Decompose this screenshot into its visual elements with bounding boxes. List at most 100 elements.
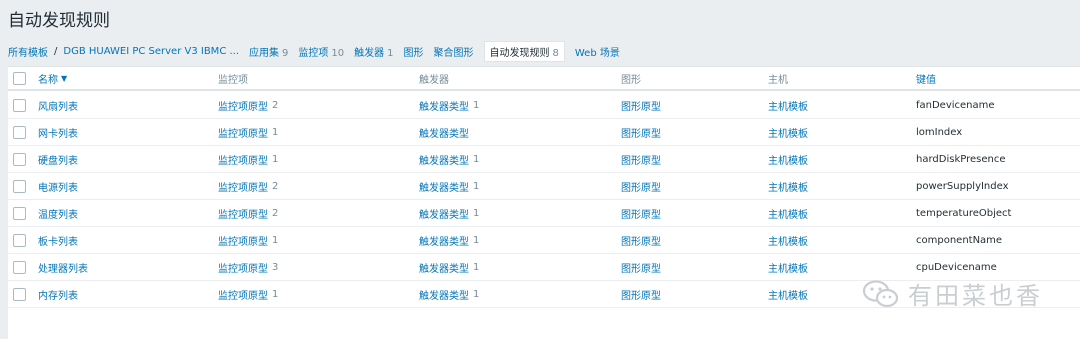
host-prototypes-link[interactable]: 主机模板 <box>768 152 808 167</box>
host-prototypes-link[interactable]: 主机模板 <box>768 179 808 194</box>
header-items: 监控项 <box>218 74 248 86</box>
header-name[interactable]: 名称 ▼ <box>38 67 67 89</box>
table-cell: 监控项原型 2 <box>218 92 278 118</box>
tab-discovery-rules[interactable]: 自动发现规则 8 <box>483 40 565 62</box>
rule-name-link[interactable]: 电源列表 <box>38 179 78 194</box>
item-prototypes-link[interactable]: 监控项原型 <box>218 152 268 167</box>
tab-items[interactable]: 监控项 10 <box>298 44 344 59</box>
table-cell: 图形原型 <box>621 254 661 280</box>
row-checkbox[interactable] <box>13 152 26 166</box>
breadcrumb-all-templates[interactable]: 所有模板 <box>8 44 48 59</box>
item-prototypes-link[interactable]: 监控项原型 <box>218 179 268 194</box>
trigger-prototypes-link[interactable]: 触发器类型 <box>419 233 469 248</box>
item-prototypes-count: 1 <box>272 126 279 138</box>
rule-key: componentName <box>916 234 1003 246</box>
trigger-prototypes-link[interactable]: 触发器类型 <box>419 98 469 113</box>
graph-prototypes-link[interactable]: 图形原型 <box>621 125 661 140</box>
rule-name-link[interactable]: 处理器列表 <box>38 260 88 275</box>
row-checkbox[interactable] <box>13 206 26 220</box>
header-hosts: 主机 <box>768 74 788 86</box>
tab-applications[interactable]: 应用集 9 <box>249 44 288 59</box>
row-select-cell <box>13 173 26 199</box>
rule-key: hardDiskPresence <box>916 153 1006 165</box>
rule-name-link[interactable]: 温度列表 <box>38 206 78 221</box>
tab-items-count: 10 <box>331 47 345 59</box>
trigger-prototypes-count: 1 <box>473 153 480 165</box>
row-checkbox[interactable] <box>13 233 26 247</box>
table-cell: 主机模板 <box>768 281 808 307</box>
select-all-checkbox[interactable] <box>13 71 26 85</box>
item-prototypes-link[interactable]: 监控项原型 <box>218 233 268 248</box>
table-cell: 触发器类型 1 <box>419 200 479 226</box>
tab-screens[interactable]: 聚合图形 <box>434 44 474 59</box>
table-cell: 监控项原型 2 <box>218 173 278 199</box>
item-prototypes-count: 1 <box>272 288 279 300</box>
table-cell: 触发器类型 1 <box>419 92 479 118</box>
trigger-prototypes-link[interactable]: 触发器类型 <box>419 152 469 167</box>
breadcrumb-template-name[interactable]: DGB HUAWEI PC Server V3 IBMC ... <box>63 46 239 57</box>
rule-name-link[interactable]: 板卡列表 <box>38 233 78 248</box>
table-row: 板卡列表 监控项原型 1 触发器类型 1 图形原型 主机模板 componentName <box>8 227 1080 254</box>
row-checkbox[interactable] <box>13 287 26 301</box>
tab-graphs[interactable]: 图形 <box>404 44 424 59</box>
table-cell: 监控项原型 3 <box>218 254 278 280</box>
item-prototypes-count: 2 <box>272 99 279 111</box>
table-cell: 板卡列表 <box>38 227 78 253</box>
header-key[interactable]: 键值 <box>916 67 936 89</box>
rule-key: temperatureObject <box>916 207 1012 219</box>
table-header: 名称 ▼ 监控项 触发器 图形 主机 键值 <box>8 67 1080 91</box>
rule-name-link[interactable]: 硬盘列表 <box>38 152 78 167</box>
item-prototypes-link[interactable]: 监控项原型 <box>218 260 268 275</box>
item-prototypes-link[interactable]: 监控项原型 <box>218 287 268 302</box>
rule-name-link[interactable]: 内存列表 <box>38 287 78 302</box>
trigger-prototypes-link[interactable]: 触发器类型 <box>419 260 469 275</box>
tab-triggers[interactable]: 触发器 1 <box>354 44 393 59</box>
table-cell: 图形原型 <box>621 227 661 253</box>
graph-prototypes-link[interactable]: 图形原型 <box>621 287 661 302</box>
item-prototypes-link[interactable]: 监控项原型 <box>218 206 268 221</box>
table-cell: 图形原型 <box>621 119 661 145</box>
trigger-prototypes-link[interactable]: 触发器类型 <box>419 179 469 194</box>
table-row: 温度列表 监控项原型 2 触发器类型 1 图形原型 主机模板 temperatureObjec… <box>8 200 1080 227</box>
tab-items-label: 监控项 <box>298 47 329 59</box>
row-checkbox[interactable] <box>13 260 26 274</box>
item-prototypes-count: 2 <box>272 207 279 219</box>
item-prototypes-count: 3 <box>272 261 279 273</box>
table-cell: 主机模板 <box>768 254 808 280</box>
rule-key: powerSupplyIndex <box>916 180 1009 192</box>
rule-key: fanDevicename <box>916 99 995 111</box>
host-prototypes-link[interactable]: 主机模板 <box>768 287 808 302</box>
table-cell: 监控项原型 1 <box>218 227 278 253</box>
row-checkbox[interactable] <box>13 98 26 112</box>
table-row: 风扇列表 监控项原型 2 触发器类型 1 图形原型 主机模板 fanDevicename <box>8 92 1080 119</box>
graph-prototypes-link[interactable]: 图形原型 <box>621 98 661 113</box>
graph-prototypes-link[interactable]: 图形原型 <box>621 179 661 194</box>
table-cell: 主机模板 <box>768 200 808 226</box>
host-prototypes-link[interactable]: 主机模板 <box>768 125 808 140</box>
trigger-prototypes-count: 1 <box>473 288 480 300</box>
graph-prototypes-link[interactable]: 图形原型 <box>621 206 661 221</box>
host-prototypes-link[interactable]: 主机模板 <box>768 260 808 275</box>
trigger-prototypes-link[interactable]: 触发器类型 <box>419 287 469 302</box>
graph-prototypes-link[interactable]: 图形原型 <box>621 260 661 275</box>
rule-name-link[interactable]: 网卡列表 <box>38 125 78 140</box>
breadcrumb-separator: / <box>54 45 58 57</box>
item-prototypes-link[interactable]: 监控项原型 <box>218 125 268 140</box>
table-cell: 触发器类型 1 <box>419 173 479 199</box>
rule-name-link[interactable]: 风扇列表 <box>38 98 78 113</box>
graph-prototypes-link[interactable]: 图形原型 <box>621 152 661 167</box>
host-prototypes-link[interactable]: 主机模板 <box>768 206 808 221</box>
table-cell: 触发器类型 1 <box>419 281 479 307</box>
tab-web-scenarios[interactable]: Web 场景 <box>575 44 620 59</box>
host-prototypes-link[interactable]: 主机模板 <box>768 233 808 248</box>
row-checkbox[interactable] <box>13 179 26 193</box>
row-select-cell <box>13 227 26 253</box>
host-prototypes-link[interactable]: 主机模板 <box>768 98 808 113</box>
tab-triggers-count: 1 <box>387 47 394 59</box>
table-row: 硬盘列表 监控项原型 1 触发器类型 1 图形原型 主机模板 hardDiskPresence <box>8 146 1080 173</box>
graph-prototypes-link[interactable]: 图形原型 <box>621 233 661 248</box>
item-prototypes-link[interactable]: 监控项原型 <box>218 98 268 113</box>
row-checkbox[interactable] <box>13 125 26 139</box>
trigger-prototypes-link[interactable]: 触发器类型 <box>419 125 469 140</box>
trigger-prototypes-link[interactable]: 触发器类型 <box>419 206 469 221</box>
